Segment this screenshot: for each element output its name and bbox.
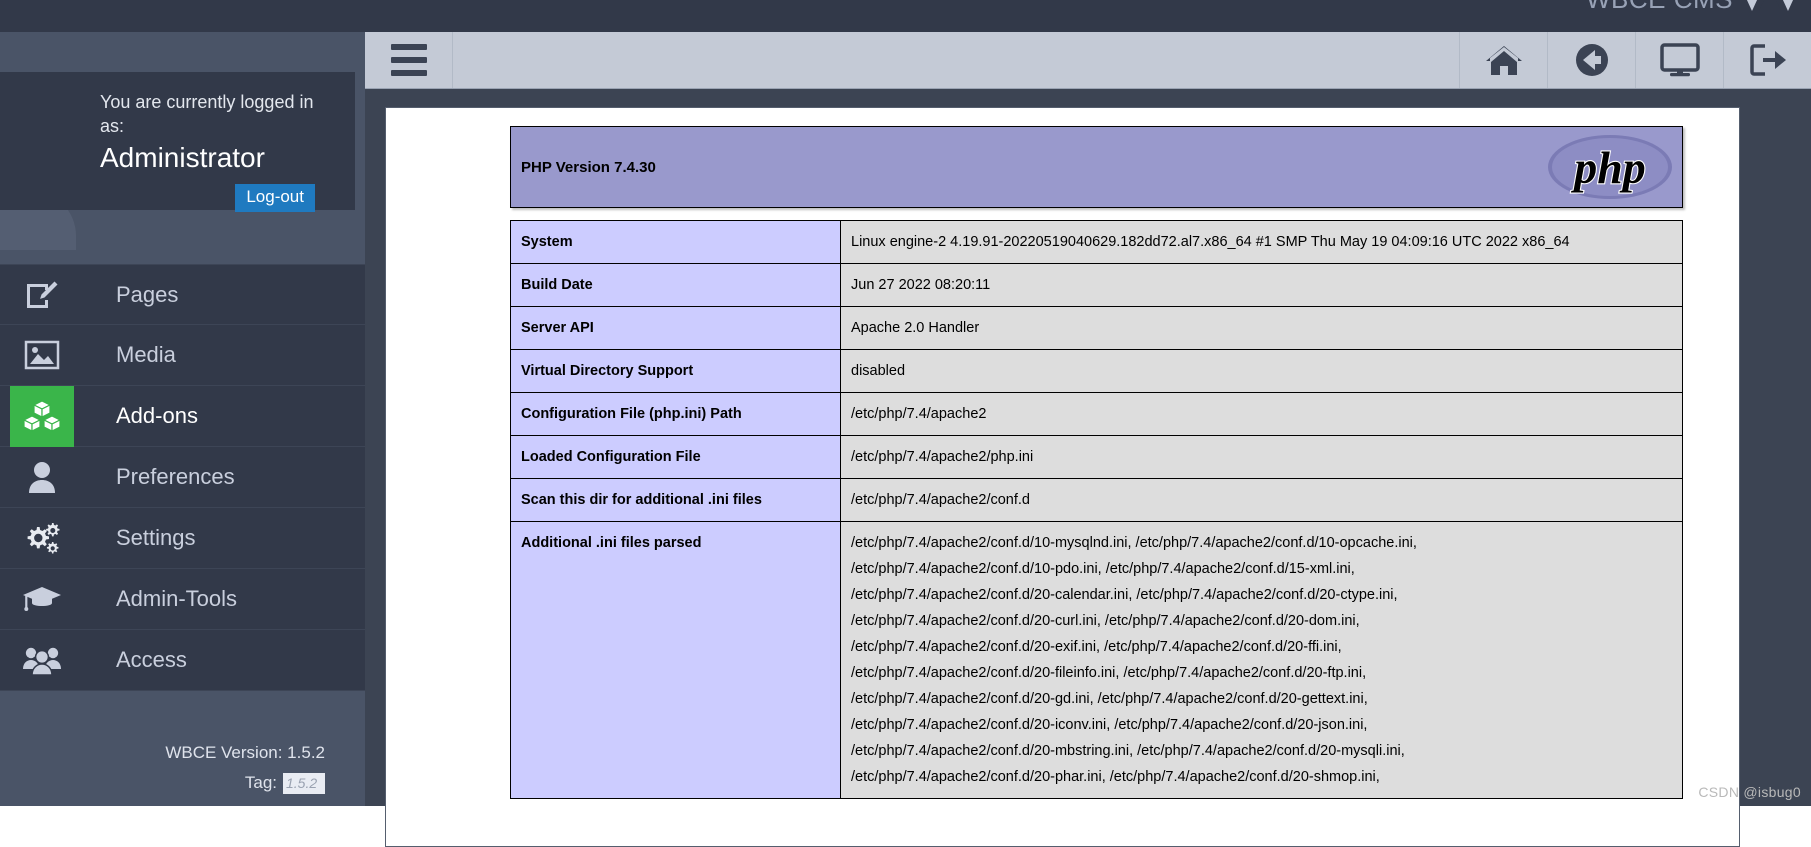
table-cell-value: /etc/php/7.4/apache2 — [841, 393, 1683, 436]
sidebar: You are currently logged in as: Administ… — [0, 32, 365, 806]
sidebar-item-pages[interactable]: Pages — [0, 264, 365, 325]
table-row: Loaded Configuration File/etc/php/7.4/ap… — [511, 436, 1683, 479]
table-cell-line: /etc/php/7.4/apache2/conf.d/20-curl.ini,… — [851, 608, 1672, 634]
sidebar-item-label: Add-ons — [116, 403, 198, 429]
sidebar-item-label: Media — [116, 342, 176, 368]
table-cell-key: System — [511, 221, 841, 264]
table-cell-key: Virtual Directory Support — [511, 350, 841, 393]
table-cell-key: Configuration File (php.ini) Path — [511, 393, 841, 436]
page-edit-icon — [10, 264, 74, 325]
table-cell-value: Jun 27 2022 08:20:11 — [841, 264, 1683, 307]
brand: WBCE CMS — [1586, 0, 1799, 15]
table-row: Scan this dir for additional .ini files /… — [511, 479, 1683, 522]
table-cell-value: Apache 2.0 Handler — [841, 307, 1683, 350]
log-out-button[interactable]: Log-out — [235, 184, 315, 212]
table-cell-line: /etc/php/7.4/apache2/conf.d/10-pdo.ini, … — [851, 556, 1672, 582]
table-row: Server API Apache 2.0 Handler — [511, 307, 1683, 350]
table-cell-key: Build Date — [511, 264, 841, 307]
sidebar-item-label: Pages — [116, 282, 178, 308]
sidebar-item-media[interactable]: Media — [0, 325, 365, 386]
gears-icon — [10, 508, 74, 569]
sidebar-item-preferences[interactable]: Preferences — [0, 447, 365, 508]
sidebar-item-label: Settings — [116, 525, 196, 551]
toolbar-spacer — [453, 32, 1459, 88]
table-cell-line: /etc/php/7.4/apache2/php.ini — [851, 444, 1672, 470]
table-cell-value: /etc/php/7.4/apache2/conf.d — [841, 479, 1683, 522]
table-row: Additional .ini files parsed/etc/php/7.4… — [511, 522, 1683, 799]
sidebar-item-access[interactable]: Access — [0, 630, 365, 691]
sidebar-item-label: Preferences — [116, 464, 235, 490]
table-cell-key: Scan this dir for additional .ini files — [511, 479, 841, 522]
top-bar: WBCE CMS — [0, 0, 1811, 32]
table-row: Virtual Directory Support disabled — [511, 350, 1683, 393]
table-cell-key: Loaded Configuration File — [511, 436, 841, 479]
user-name: Administrator — [100, 140, 315, 176]
users-group-icon — [10, 630, 74, 691]
sidebar-item-label: Access — [116, 647, 187, 673]
table-cell-key: Additional .ini files parsed — [511, 522, 841, 799]
table-cell-line: /etc/php/7.4/apache2/conf.d/20-exif.ini,… — [851, 634, 1672, 660]
back-button[interactable] — [1547, 32, 1635, 88]
watermark: CSDN @isbug0 — [1698, 784, 1801, 800]
sidebar-nav: Pages Media — [0, 264, 365, 691]
table-cell-line: /etc/php/7.4/apache2/conf.d — [851, 487, 1672, 513]
table-cell-value: /etc/php/7.4/apache2/conf.d/10-mysqlnd.i… — [841, 522, 1683, 799]
php-elephant-logo-icon: php — [1546, 133, 1674, 201]
table-cell-line: Linux engine-2 4.19.91-20220519040629.18… — [851, 229, 1672, 255]
brand-title: WBCE CMS — [1586, 0, 1733, 15]
blocks-icon — [10, 386, 74, 447]
graduation-cap-icon — [10, 569, 74, 630]
hamburger-icon[interactable] — [365, 32, 453, 88]
phpinfo-table: System Linux engine-2 4.19.91-20220519040… — [510, 220, 1683, 799]
table-row: Build Date Jun 27 2022 08:20:11 — [511, 264, 1683, 307]
table-cell-line: Jun 27 2022 08:20:11 — [851, 272, 1672, 298]
sidebar-footer: WBCE Version: 1.5.2 Tag: — [0, 738, 365, 798]
sidebar-item-add-ons[interactable]: Add-ons — [0, 386, 365, 447]
sidebar-item-settings[interactable]: Settings — [0, 508, 365, 569]
table-cell-line: /etc/php/7.4/apache2/conf.d/20-gd.ini, /… — [851, 686, 1672, 712]
table-cell-line: /etc/php/7.4/apache2/conf.d/20-fileinfo.… — [851, 660, 1672, 686]
table-cell-line: /etc/php/7.4/apache2/conf.d/20-calendar.… — [851, 582, 1672, 608]
logout-button[interactable] — [1723, 32, 1811, 88]
home-icon — [1485, 43, 1523, 77]
sidebar-item-label: Admin-Tools — [116, 586, 237, 612]
wbce-version-label: WBCE Version: 1.5.2 — [0, 738, 325, 768]
phpinfo-report: PHP Version 7.4.30 php System Linux engin… — [510, 126, 1683, 799]
tag-label: Tag: — [245, 768, 277, 798]
svg-text:php: php — [1570, 142, 1646, 193]
table-cell-key: Server API — [511, 307, 841, 350]
table-cell-line: /etc/php/7.4/apache2/conf.d/10-mysqlnd.i… — [851, 530, 1672, 556]
table-cell-line: /etc/php/7.4/apache2/conf.d/20-iconv.ini… — [851, 712, 1672, 738]
table-cell-line: Apache 2.0 Handler — [851, 315, 1672, 341]
content-panel: PHP Version 7.4.30 php System Linux engin… — [385, 107, 1740, 847]
main-area: PHP Version 7.4.30 php System Linux engin… — [365, 32, 1811, 806]
tag-row: Tag: — [0, 768, 325, 798]
php-version-title: PHP Version 7.4.30 — [521, 159, 656, 176]
table-row: System Linux engine-2 4.19.91-20220519040… — [511, 221, 1683, 264]
user-panel: You are currently logged in as: Administ… — [0, 72, 355, 210]
view-site-button[interactable] — [1635, 32, 1723, 88]
table-row: Configuration File (php.ini) Path/etc/ph… — [511, 393, 1683, 436]
home-button[interactable] — [1459, 32, 1547, 88]
monitor-icon — [1660, 43, 1700, 77]
image-icon — [10, 325, 74, 386]
table-cell-value: /etc/php/7.4/apache2/php.ini — [841, 436, 1683, 479]
php-version-header: PHP Version 7.4.30 php — [510, 126, 1683, 208]
table-cell-value: Linux engine-2 4.19.91-20220519040629.18… — [841, 221, 1683, 264]
sidebar-item-admin-tools[interactable]: Admin-Tools — [0, 569, 365, 630]
user-icon — [10, 447, 74, 508]
user-greeting: You are currently logged in as: — [100, 90, 315, 138]
table-cell-line: /etc/php/7.4/apache2 — [851, 401, 1672, 427]
logout-arrow-icon — [1749, 43, 1787, 77]
top-toolbar — [365, 32, 1811, 89]
table-cell-value: disabled — [841, 350, 1683, 393]
wbce-triangles-logo-icon — [1741, 0, 1799, 15]
tag-input[interactable] — [283, 773, 325, 794]
table-cell-line: disabled — [851, 358, 1672, 384]
table-cell-line: /etc/php/7.4/apache2/conf.d/20-mbstring.… — [851, 738, 1672, 764]
table-cell-line: /etc/php/7.4/apache2/conf.d/20-phar.ini,… — [851, 764, 1672, 790]
back-circle-icon — [1574, 42, 1610, 78]
